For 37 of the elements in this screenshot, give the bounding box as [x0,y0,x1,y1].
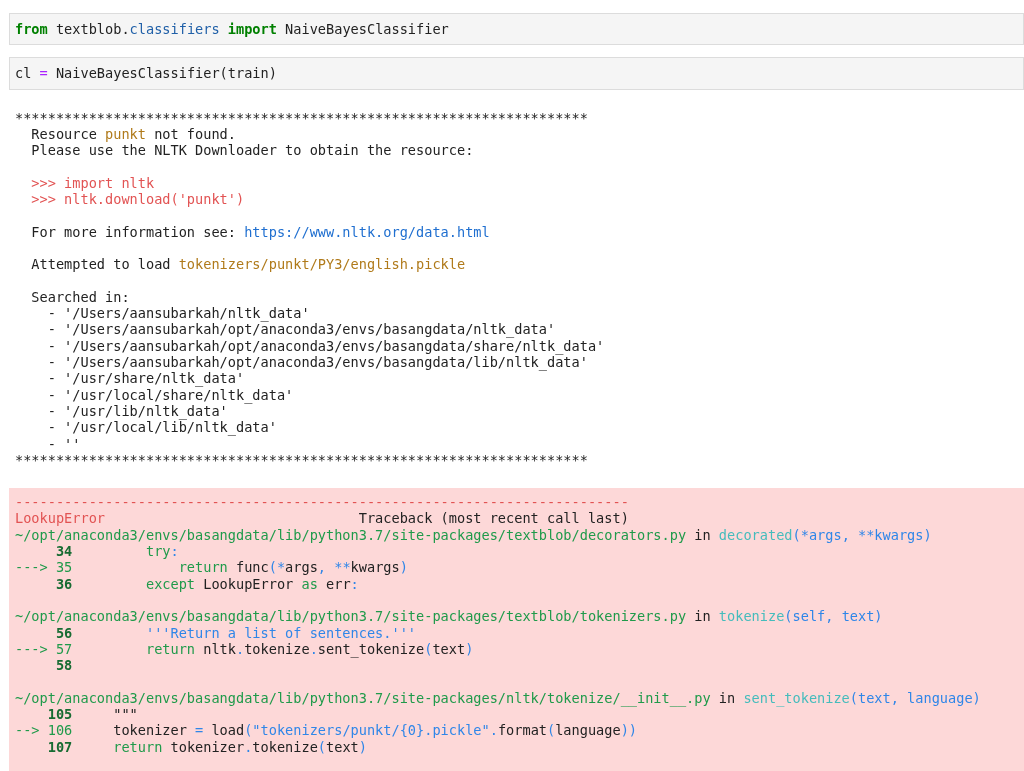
traceback-line: ~/opt/anaconda3/envs/basangdata/lib/python3.7/site-packages/nltk/tokenize/__init__.py in sent_tokenize(text, language) [15,689,981,706]
output-line: Resource punkt not found. [30,125,236,143]
output-line: For more information see: https://www.nltk.org/data.html [30,223,490,240]
traceback-line: 58 [54,657,73,674]
traceback-line: 107 return tokenizer.tokenize(text) [46,738,367,755]
traceback-line: ---> 57 return nltk.tokenize.sent_tokenize(text) [15,640,474,658]
code-cell[interactable]: cl = NaiveBayesClassifier(train) [9,57,1024,90]
output-line: - '/usr/lib/nltk_data' [46,402,228,420]
traceback-line: 56 '''Return a list of sentences.''' [54,624,417,641]
output-line: Attempted to load tokenizers/punkt/PY3/english.pickle [30,256,466,273]
output-line: - '/usr/local/lib/nltk_data' [46,419,277,436]
output-line: - '/Users/aansubarkah/opt/anaconda3/envs/basangdata/lib/nltk_data' [46,354,588,371]
traceback-line: 105 """ [47,706,138,723]
output-line: - '' [46,435,81,452]
traceback-line: ~/opt/anaconda3/envs/basangdata/lib/python3.7/site-packages/textblob/tokenizers.py in tokenize(self, text) [15,608,883,625]
output-line: ********************************************************************** [15,451,588,469]
traceback-line: --------------------------------------------------------------------------- [15,494,629,511]
output-line: Searched in: [30,288,130,306]
traceback-line: --> 106 tokenizer = load("tokenizers/punkt/{0}.pickle".format(language)) [15,722,638,739]
output-line: - '/usr/local/share/nltk_data' [46,386,294,403]
output-line: - '/Users/aansubarkah/nltk_data' [46,305,310,322]
output-line: >>> nltk.download('punkt') [30,191,245,208]
output-line: Please use the NLTK Downloader to obtain the resource: [30,142,474,159]
traceback-line: LookupError Traceback (most recent call last) [15,510,629,527]
output-line: ********************************************************************** [15,109,588,126]
traceback-line: ~/opt/anaconda3/envs/basangdata/lib/python3.7/site-packages/textblob/decorators.py in decorated(*args, **kwargs) [15,526,932,543]
code-cell[interactable]: from textblob.classifiers import NaiveBayesClassifier [9,13,1024,46]
traceback-line: 34 try: [54,543,179,560]
output-line: - '/usr/share/nltk_data' [46,370,245,387]
output-line: >>> import nltk [30,174,155,192]
code-line: from textblob.classifiers import NaiveBayesClassifier [15,21,449,38]
code-line: cl = NaiveBayesClassifier(train) [15,65,277,82]
traceback-line: 36 except LookupError as err: [54,575,359,592]
output-line: - '/Users/aansubarkah/opt/anaconda3/envs/basangdata/nltk_data' [46,321,556,338]
traceback-line: ---> 35 return func(*args, **kwargs) [15,559,408,576]
output-line: - '/Users/aansubarkah/opt/anaconda3/envs/basangdata/share/nltk_data' [46,337,605,355]
link[interactable]: https://www.nltk.org/data.html [244,223,490,240]
